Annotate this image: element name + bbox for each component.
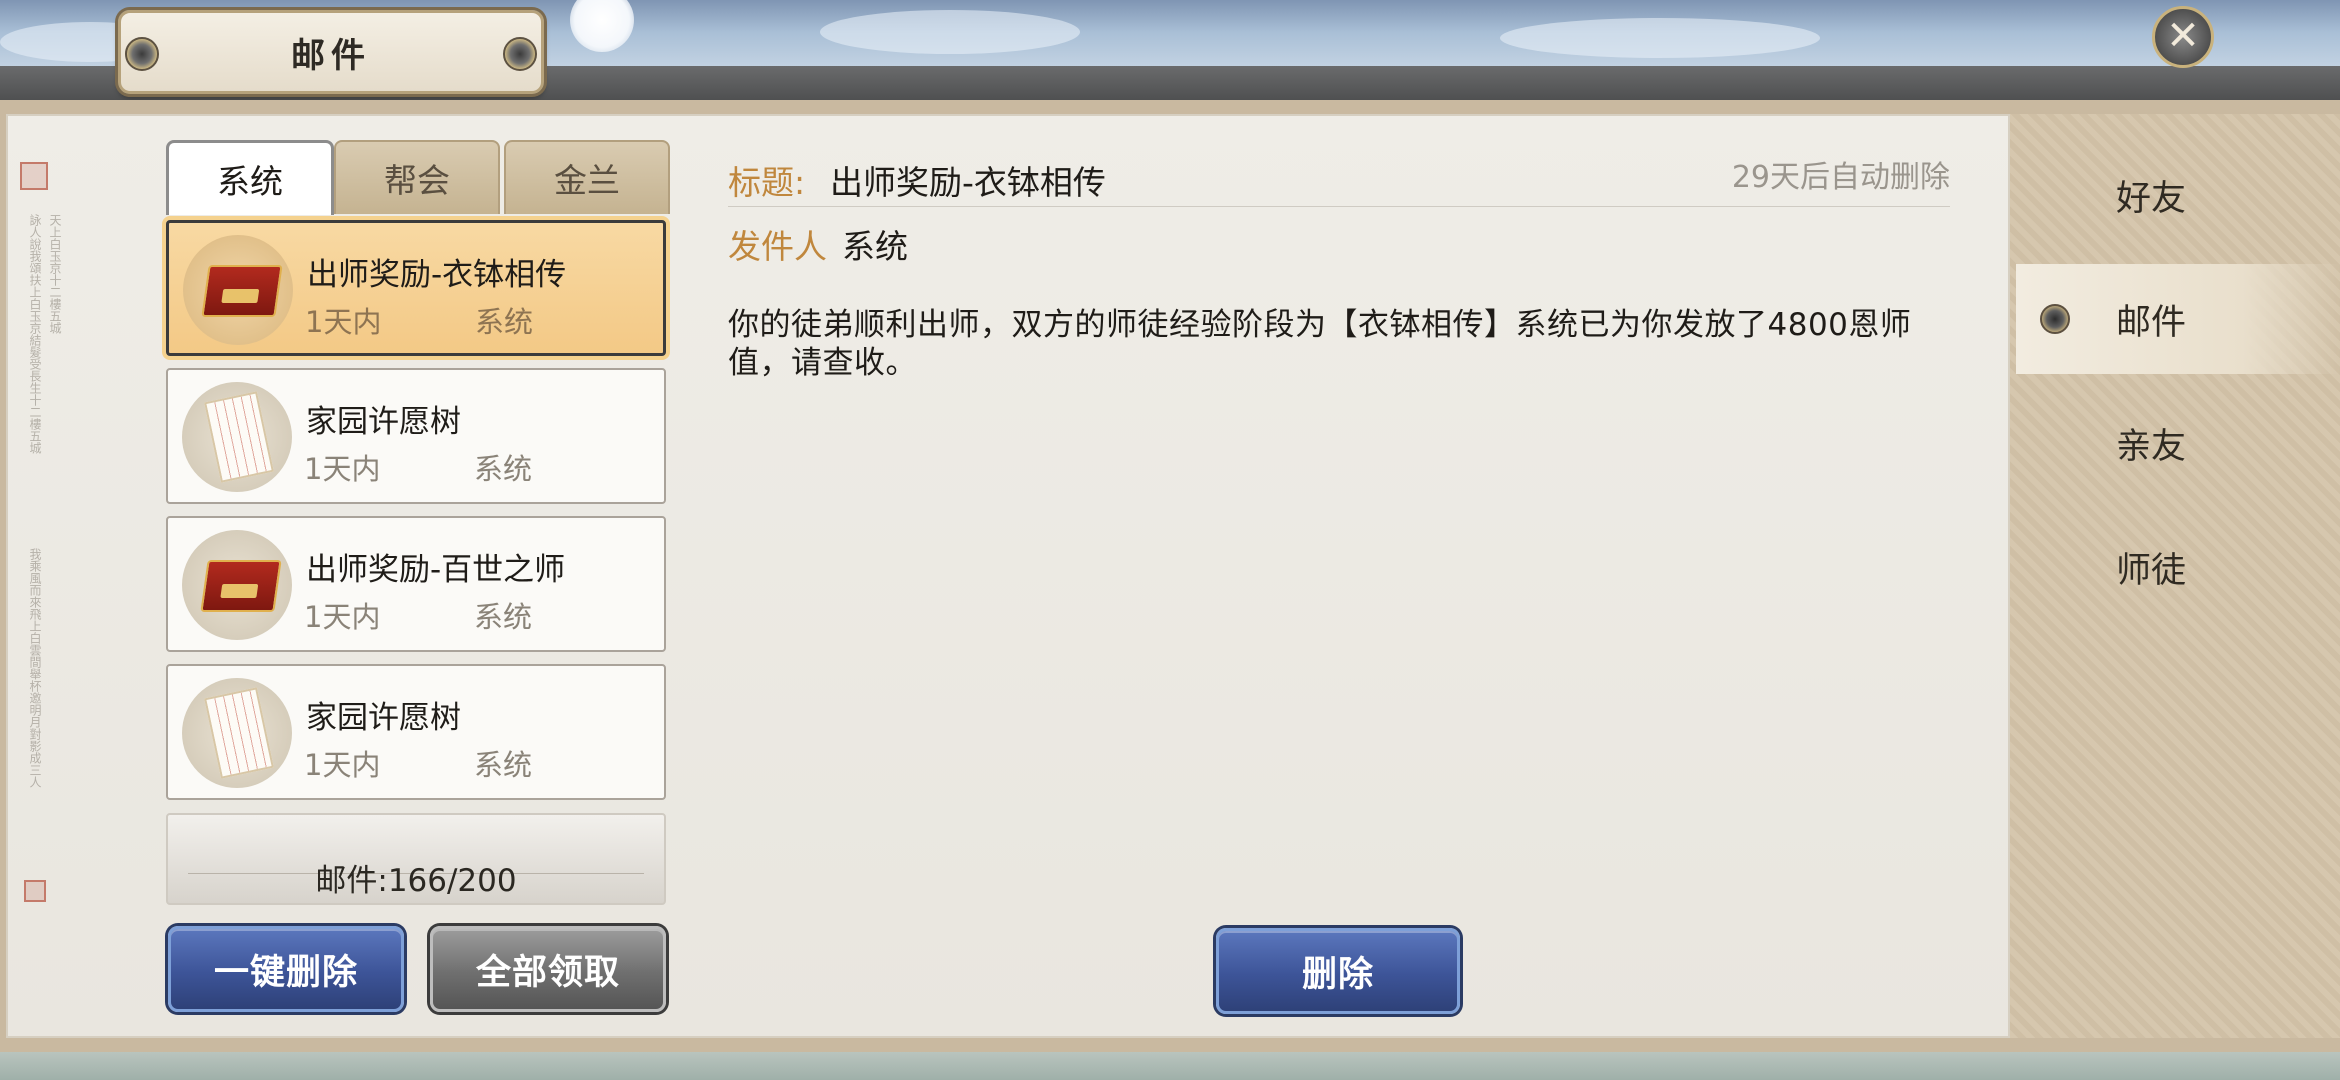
mail-list-item[interactable]: 出师奖励-衣钵相传 1天内 系统 xyxy=(166,220,666,356)
mail-counter: 邮件:166/200 xyxy=(166,813,666,905)
mail-title: 家园许愿树 xyxy=(306,404,461,440)
detail-sender-label: 发件人 xyxy=(728,227,827,266)
calligraphy-decoration: 詠人說我頌扶上白玉京結髮受長生十二樓五城 xyxy=(28,214,42,454)
mail-title: 出师奖励-百世之师 xyxy=(306,552,566,588)
mail-count-text: 邮件:166/200 xyxy=(315,863,517,899)
moon-decoration xyxy=(570,0,634,52)
claim-all-button[interactable]: 全部领取 xyxy=(430,926,666,1012)
mail-time: 1天内 xyxy=(304,748,381,782)
seal-stamp-icon xyxy=(24,880,46,902)
window-title: 邮件 xyxy=(291,35,371,76)
cloud-decoration xyxy=(820,10,1080,54)
mail-sender: 系统 xyxy=(474,748,533,782)
knot-ornament-icon xyxy=(125,37,159,71)
auto-delete-notice: 29天后自动删除 xyxy=(1731,160,1950,195)
detail-title-label: 标题: xyxy=(728,163,806,202)
detail-sender-value: 系统 xyxy=(842,227,908,266)
side-nav-label: 师徒 xyxy=(2116,550,2187,591)
tab-system[interactable]: 系统 xyxy=(166,140,334,215)
bottom-strip xyxy=(0,1052,2340,1080)
mail-sender: 系统 xyxy=(474,452,533,486)
treasure-chest-icon xyxy=(182,530,292,640)
treasure-chest-icon xyxy=(183,235,293,345)
button-label: 全部领取 xyxy=(475,951,620,993)
letter-icon xyxy=(182,678,292,788)
tab-label: 系统 xyxy=(217,162,283,201)
side-nav-friends[interactable]: 好友 xyxy=(2016,140,2340,250)
letter-icon xyxy=(182,382,292,492)
mail-time: 1天内 xyxy=(304,600,381,634)
tab-sworn-siblings[interactable]: 金兰 xyxy=(504,140,670,214)
window-title-plaque: 邮件 xyxy=(118,10,544,94)
delete-all-button[interactable]: 一键删除 xyxy=(168,926,404,1012)
knot-ornament-icon xyxy=(2040,304,2070,334)
side-nav-label: 邮件 xyxy=(2116,302,2187,343)
close-button[interactable]: ✕ xyxy=(2152,6,2214,68)
mail-sender: 系统 xyxy=(474,600,533,634)
mail-list-item[interactable]: 家园许愿树 1天内 系统 xyxy=(166,368,666,504)
cloud-decoration xyxy=(1500,18,1820,58)
mail-time: 1天内 xyxy=(305,305,382,339)
detail-title-value: 出师奖励-衣钵相传 xyxy=(830,163,1106,202)
mail-sender: 系统 xyxy=(475,305,534,339)
side-nav-master-apprentice[interactable]: 师徒 xyxy=(2016,512,2340,622)
seal-stamp-icon xyxy=(20,162,48,190)
button-label: 一键删除 xyxy=(213,951,358,993)
delete-button[interactable]: 删除 xyxy=(1216,928,1460,1014)
tab-label: 金兰 xyxy=(554,161,620,200)
side-nav-relatives[interactable]: 亲友 xyxy=(2016,388,2340,498)
tab-guild[interactable]: 帮会 xyxy=(334,140,500,214)
calligraphy-decoration: 天上白玉京十二樓五城 xyxy=(48,214,62,334)
close-icon: ✕ xyxy=(2166,13,2200,59)
detail-divider xyxy=(728,206,1950,207)
button-label: 删除 xyxy=(1301,953,1374,995)
side-nav-mail[interactable]: 邮件 xyxy=(2016,264,2340,374)
tab-label: 帮会 xyxy=(384,161,450,200)
mail-list-item[interactable]: 家园许愿树 1天内 系统 xyxy=(166,664,666,800)
mail-title: 家园许愿树 xyxy=(306,700,461,736)
side-nav-label: 亲友 xyxy=(2116,426,2187,467)
side-nav-label: 好友 xyxy=(2116,178,2187,219)
mail-body: 你的徒弟顺利出师，双方的师徒经验阶段为【衣钵相传】系统已为你发放了4800恩师值… xyxy=(728,307,1912,381)
mail-title: 出师奖励-衣钵相传 xyxy=(307,257,567,293)
mail-list-item[interactable]: 出师奖励-百世之师 1天内 系统 xyxy=(166,516,666,652)
knot-ornament-icon xyxy=(503,37,537,71)
calligraphy-decoration: 我乘風而來飛上白雲間舉杯邀明月對影成三人 xyxy=(28,548,42,788)
mail-time: 1天内 xyxy=(304,452,381,486)
